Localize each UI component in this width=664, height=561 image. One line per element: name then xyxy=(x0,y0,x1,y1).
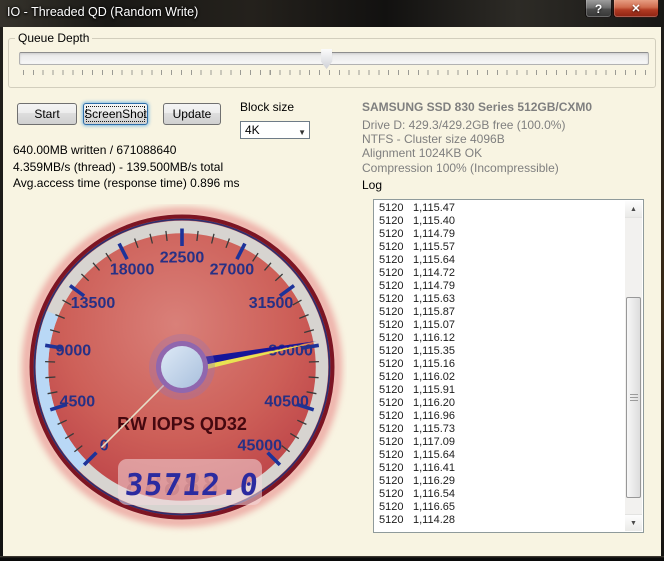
scrollbar-grip-icon xyxy=(630,394,638,402)
log-row[interactable]: 51201,114.79 xyxy=(376,280,624,293)
queue-depth-slider[interactable] xyxy=(19,52,649,65)
log-row[interactable]: 51201,116.29 xyxy=(376,475,624,488)
gauge-svg: 0450090001350018000225002700031500360004… xyxy=(17,204,347,538)
scroll-down-icon: ▼ xyxy=(630,520,637,527)
drive-capacity: Drive D: 429.3/429.2GB free (100.0%) xyxy=(362,118,592,132)
update-button[interactable]: Update xyxy=(163,103,221,125)
scroll-up-button[interactable]: ▲ xyxy=(625,201,642,218)
gauge-title: RW IOPS QD32 xyxy=(117,414,247,434)
iops-gauge: 0450090001350018000225002700031500360004… xyxy=(17,204,347,538)
queue-depth-group: Queue Depth xyxy=(8,38,656,88)
window-border-left xyxy=(0,27,3,561)
log-row[interactable]: 51201,115.64 xyxy=(376,449,624,462)
log-row[interactable]: 51201,117.09 xyxy=(376,436,624,449)
help-icon: ? xyxy=(595,2,602,16)
app-window: IO - Threaded QD (Random Write) ? ✕ Queu… xyxy=(0,0,664,561)
log-row[interactable]: 51201,115.91 xyxy=(376,384,624,397)
drive-filesystem: NTFS - Cluster size 4096B xyxy=(362,132,592,146)
close-icon: ✕ xyxy=(631,2,640,15)
log-row[interactable]: 51201,114.79 xyxy=(376,228,624,241)
log-row[interactable]: 51201,115.63 xyxy=(376,293,624,306)
slider-tick-marks xyxy=(23,70,646,75)
drive-model: SAMSUNG SSD 830 Series 512GB/CXM0 xyxy=(362,100,592,114)
log-row[interactable]: 51201,115.87 xyxy=(376,306,624,319)
log-row[interactable]: 51201,116.20 xyxy=(376,397,624,410)
log-row[interactable]: 51201,115.16 xyxy=(376,358,624,371)
log-rows: 51201,115.4751201,115.4051201,114.795120… xyxy=(376,202,624,531)
log-row[interactable]: 51201,116.54 xyxy=(376,488,624,501)
log-listbox[interactable]: 51201,115.4751201,115.4051201,114.795120… xyxy=(373,199,644,533)
log-row[interactable]: 51201,115.07 xyxy=(376,319,624,332)
svg-text:13500: 13500 xyxy=(71,295,116,312)
run-statistics: 640.00MB written / 671088640 4.359MB/s (… xyxy=(13,142,240,192)
start-button[interactable]: Start xyxy=(17,103,77,125)
svg-text:27000: 27000 xyxy=(210,262,255,279)
stat-throughput: 4.359MB/s (thread) - 139.500MB/s total xyxy=(13,159,240,176)
log-row[interactable]: 51201,116.02 xyxy=(376,371,624,384)
log-row[interactable]: 51201,115.73 xyxy=(376,423,624,436)
log-row[interactable]: 51201,116.65 xyxy=(376,501,624,514)
svg-text:4500: 4500 xyxy=(60,394,96,411)
block-size-label: Block size xyxy=(240,100,294,114)
slider-thumb[interactable] xyxy=(321,49,332,69)
drive-info: SAMSUNG SSD 830 Series 512GB/CXM0 Drive … xyxy=(362,100,592,175)
scroll-down-button[interactable]: ▼ xyxy=(625,514,642,531)
caption-buttons: ? ✕ xyxy=(585,0,659,18)
log-row[interactable]: 51201,116.96 xyxy=(376,410,624,423)
window-border-bottom xyxy=(0,556,664,561)
queue-depth-label: Queue Depth xyxy=(15,31,92,45)
screenshot-button[interactable]: ScreenShot xyxy=(83,103,148,125)
svg-text:31500: 31500 xyxy=(249,295,294,312)
drive-alignment: Alignment 1024KB OK xyxy=(362,146,592,160)
log-row[interactable]: 51201,114.28 xyxy=(376,514,624,527)
svg-text:45000: 45000 xyxy=(238,437,283,454)
block-size-select[interactable]: 4K ▼ xyxy=(240,121,310,139)
log-scrollbar[interactable]: ▲ ▼ xyxy=(625,201,642,531)
log-row[interactable]: 51201,115.47 xyxy=(376,202,624,215)
close-button[interactable]: ✕ xyxy=(613,0,659,18)
svg-text:18000: 18000 xyxy=(110,262,155,279)
log-row[interactable]: 51201,115.64 xyxy=(376,254,624,267)
log-row[interactable]: 51201,115.40 xyxy=(376,215,624,228)
window-title: IO - Threaded QD (Random Write) xyxy=(7,5,198,19)
chevron-down-icon: ▼ xyxy=(298,125,306,141)
log-row[interactable]: 51201,116.41 xyxy=(376,462,624,475)
scrollbar-thumb[interactable] xyxy=(626,297,641,498)
svg-text:9000: 9000 xyxy=(56,342,92,359)
log-row[interactable]: 51201,115.57 xyxy=(376,241,624,254)
lcd-value: 35712.0 xyxy=(123,468,260,503)
log-label: Log xyxy=(362,178,382,192)
help-button[interactable]: ? xyxy=(585,0,612,18)
titlebar[interactable]: IO - Threaded QD (Random Write) ? ✕ xyxy=(0,0,664,27)
scroll-up-icon: ▲ xyxy=(630,206,637,213)
stat-written: 640.00MB written / 671088640 xyxy=(13,142,240,159)
block-size-value: 4K xyxy=(245,123,260,137)
gauge-hub xyxy=(161,346,203,388)
log-row[interactable]: 51201,116.12 xyxy=(376,332,624,345)
svg-text:40500: 40500 xyxy=(264,394,309,411)
log-row[interactable]: 51201,114.72 xyxy=(376,267,624,280)
log-row[interactable]: 51201,115.35 xyxy=(376,345,624,358)
drive-compression: Compression 100% (Incompressible) xyxy=(362,161,592,175)
stat-access-time: Avg.access time (response time) 0.896 ms xyxy=(13,175,240,192)
svg-text:22500: 22500 xyxy=(160,250,205,267)
